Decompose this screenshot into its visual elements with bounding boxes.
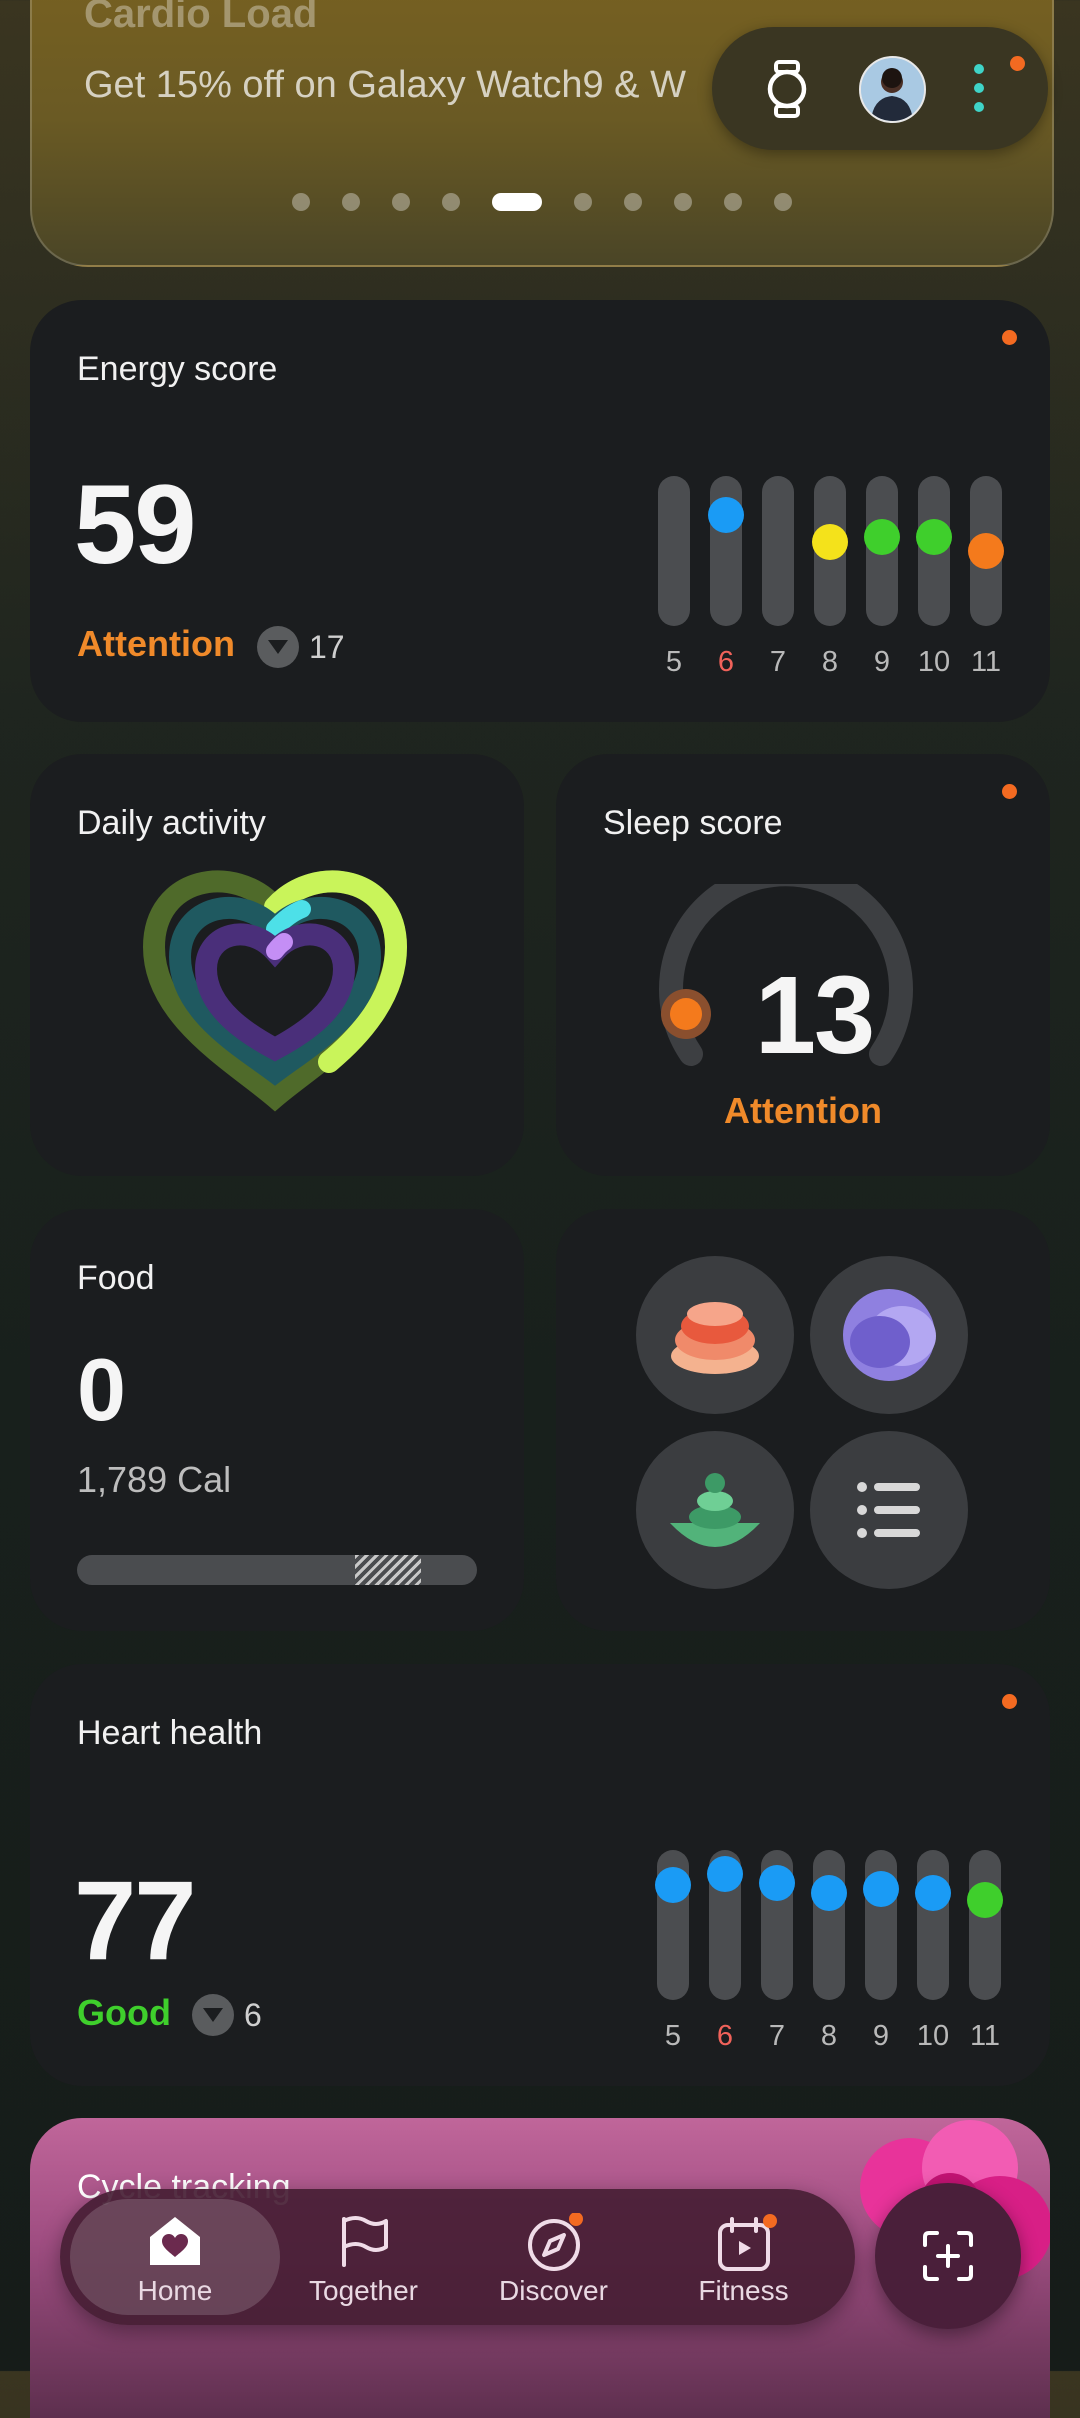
nav-fitness-label: Fitness <box>698 2275 789 2306</box>
pager-dot[interactable] <box>392 193 410 211</box>
bar-day-label: 9 <box>873 646 891 678</box>
header-actions <box>712 27 1048 150</box>
nav-home[interactable]: Home <box>70 2199 280 2315</box>
bar-day-label: 11 <box>969 2020 1001 2052</box>
daily-activity-title: Daily activity <box>77 804 266 842</box>
bar-track <box>917 1850 949 2000</box>
bar-track <box>813 1850 845 2000</box>
notification-dot <box>1002 330 1017 345</box>
pager-dot[interactable] <box>574 193 592 211</box>
nav-home-label: Home <box>137 2275 213 2306</box>
energy-score-title: Energy score <box>77 350 278 388</box>
mindfulness-icon <box>670 1473 760 1547</box>
nav-discover-label: Discover <box>499 2275 608 2306</box>
list-icon <box>857 1482 920 1538</box>
bar-day-label: 7 <box>768 2020 786 2052</box>
trend-down-icon <box>192 1994 234 2036</box>
fitness-calendar-icon <box>718 2214 777 2271</box>
pager-dot[interactable] <box>624 193 642 211</box>
food-calories: 1,789 Cal <box>77 1459 232 1500</box>
compass-icon <box>528 2213 583 2271</box>
energy-status: Attention <box>77 623 235 664</box>
bar-day-label: 9 <box>872 2020 890 2052</box>
heart-delta: 6 <box>244 1997 262 2033</box>
pager-dot[interactable] <box>342 193 360 211</box>
nav-together-label: Together <box>309 2275 418 2306</box>
bar-day-label: 8 <box>820 2020 838 2052</box>
bar-value-dot <box>863 1870 899 1907</box>
bar-value-dot <box>759 1864 795 1901</box>
body-composition-icon <box>671 1302 759 1374</box>
nav-fitness[interactable]: Fitness <box>646 2189 841 2325</box>
heart-health-title: Heart health <box>77 1714 263 1752</box>
bar-day-label: 10 <box>917 646 951 678</box>
heart-health-card[interactable]: Heart health 77 Good 6 5 6 7 8 9 10 11 <box>30 1664 1050 2086</box>
heart-health-value: 77 <box>74 1858 197 1983</box>
bar-track <box>969 1850 1001 2000</box>
bar-value-dot <box>967 1881 1003 1918</box>
pager-dot[interactable] <box>724 193 742 211</box>
bar-track <box>658 476 690 626</box>
body-composition-tile[interactable] <box>636 1256 794 1414</box>
bar-value-dot <box>915 1875 951 1912</box>
daily-activity-card[interactable]: Daily activity <box>30 754 524 1176</box>
sleep-status: Attention <box>724 1090 882 1131</box>
bar-day-label: 6 <box>716 2020 734 2052</box>
food-value: 0 <box>77 1340 126 1439</box>
home-heart-icon <box>150 2217 200 2265</box>
more-vert-icon[interactable] <box>972 59 986 117</box>
pager-dot-active[interactable] <box>492 193 542 211</box>
watch-icon[interactable] <box>764 60 810 118</box>
energy-score-card[interactable]: Energy score 59 Attention 17 5 6 7 8 9 10 11 <box>30 300 1050 722</box>
notification-dot <box>1010 56 1025 71</box>
bar-day-label: 6 <box>717 646 735 678</box>
sleep-score-card[interactable]: Sleep score 13 Attention <box>556 754 1050 1176</box>
pager-dot[interactable] <box>774 193 792 211</box>
activity-rings-heart-icon <box>142 870 408 1112</box>
bar-day-label: 10 <box>916 2020 950 2052</box>
promo-title: Cardio Load <box>84 0 318 36</box>
stress-icon <box>843 1289 936 1381</box>
profile-avatar[interactable] <box>859 56 926 123</box>
bar-day-label: 5 <box>665 646 683 678</box>
flag-icon <box>342 2216 388 2267</box>
bar-track <box>762 476 794 626</box>
food-card[interactable]: Food 0 1,789 Cal <box>30 1209 524 1631</box>
food-title: Food <box>77 1259 155 1297</box>
bar-value-dot <box>812 523 848 560</box>
bar-day-label: 5 <box>664 2020 682 2052</box>
more-tiles-button[interactable] <box>810 1431 968 1589</box>
carousel-pager[interactable] <box>32 193 1052 211</box>
sleep-score-title: Sleep score <box>603 804 783 842</box>
sleep-score-value: 13 <box>754 954 875 1077</box>
trend-down-icon <box>257 626 299 668</box>
quick-tiles-card <box>556 1209 1050 1631</box>
notification-dot <box>1002 1694 1017 1709</box>
pager-dot[interactable] <box>292 193 310 211</box>
pager-dot[interactable] <box>442 193 460 211</box>
stress-tile[interactable] <box>810 1256 968 1414</box>
nav-together[interactable]: Together <box>266 2189 461 2325</box>
notification-dot <box>1002 784 1017 799</box>
promo-subtitle: Get 15% off on Galaxy Watch9 & W <box>84 64 686 106</box>
calorie-target-marker <box>355 1555 421 1585</box>
bar-value-dot <box>655 1867 691 1904</box>
scan-add-icon <box>923 2231 973 2281</box>
bar-day-label: 11 <box>970 646 1002 678</box>
pager-dot[interactable] <box>674 193 692 211</box>
nav-discover[interactable]: Discover <box>456 2189 651 2325</box>
bar-value-dot <box>708 496 744 533</box>
bar-value-dot <box>811 1875 847 1912</box>
bar-value-dot <box>707 1855 743 1892</box>
heart-status: Good <box>77 1992 171 2033</box>
bar-value-dot <box>968 533 1004 569</box>
energy-score-value: 59 <box>74 462 197 587</box>
bar-day-label: 7 <box>769 646 787 678</box>
mindfulness-tile[interactable] <box>636 1431 794 1589</box>
quick-add-button[interactable] <box>875 2183 1021 2329</box>
energy-delta: 17 <box>309 629 345 665</box>
bar-day-label: 8 <box>821 646 839 678</box>
bottom-navigation: Home Together Discover Fitness <box>60 2189 855 2325</box>
calorie-progress-bar <box>77 1555 477 1585</box>
